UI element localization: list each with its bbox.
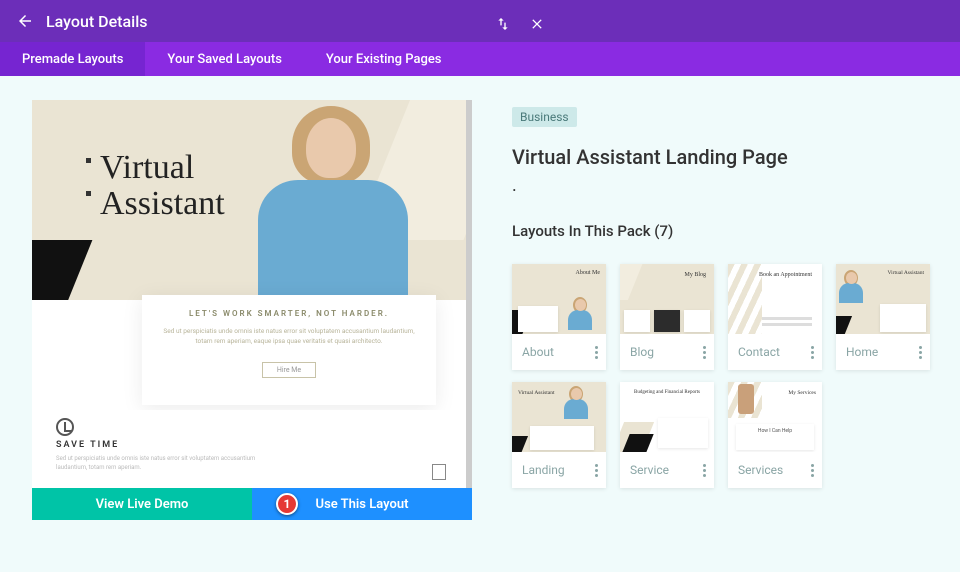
kebab-icon[interactable]: [811, 464, 814, 477]
pack-card-contact[interactable]: Book an Appointment Contact: [728, 264, 822, 370]
layout-details-column: Business Virtual Assistant Landing Page …: [512, 100, 932, 572]
preview-hero-line2: Assistant: [100, 186, 225, 222]
preview-tagline: LET'S WORK SMARTER, NOT HARDER.: [162, 309, 416, 318]
separator-dot: .: [512, 175, 932, 196]
layout-preview-column: Virtual Assistant LET'S WORK SMARTER, NO…: [32, 100, 472, 572]
pack-card-blog[interactable]: My Blog Blog: [620, 264, 714, 370]
pack-card-home[interactable]: Virtual Assistant Home: [836, 264, 930, 370]
tab-premade[interactable]: Premade Layouts: [0, 42, 145, 76]
annotation-marker-1: 1: [276, 493, 298, 515]
pack-card-label: About: [522, 345, 554, 359]
header-title: Layout Details: [46, 12, 495, 31]
pack-card-label: Services: [738, 463, 783, 477]
pack-card-landing[interactable]: Virtual Assistant Landing: [512, 382, 606, 488]
category-badge[interactable]: Business: [512, 107, 577, 127]
pack-card-label: Landing: [522, 463, 565, 477]
back-icon[interactable]: [16, 12, 34, 30]
kebab-icon[interactable]: [595, 346, 598, 359]
tab-saved[interactable]: Your Saved Layouts: [145, 42, 303, 76]
kebab-icon[interactable]: [919, 346, 922, 359]
header-bar: Layout Details: [0, 0, 960, 42]
kebab-icon[interactable]: [595, 464, 598, 477]
preview-hero-line1: Virtual: [100, 150, 225, 186]
view-live-demo-button[interactable]: View Live Demo: [32, 488, 252, 520]
document-icon: [432, 464, 446, 480]
pack-card-label: Home: [846, 345, 878, 359]
pack-card-service[interactable]: Budgeting and Financial Reports Service: [620, 382, 714, 488]
pack-grid: About Me About My Blog Blog: [512, 264, 932, 488]
use-this-layout-button[interactable]: 1 Use This Layout: [252, 488, 472, 520]
kebab-icon[interactable]: [703, 346, 706, 359]
pack-card-label: Blog: [630, 345, 654, 359]
tab-existing[interactable]: Your Existing Pages: [304, 42, 464, 76]
preview-lorem: Sed ut perspiciatis unde omnis iste natu…: [162, 326, 416, 347]
pack-card-label: Service: [630, 463, 669, 477]
kebab-icon[interactable]: [811, 346, 814, 359]
pack-card-services[interactable]: My Services How I Can Help Services: [728, 382, 822, 488]
kebab-icon[interactable]: [703, 464, 706, 477]
pack-heading: Layouts In This Pack (7): [512, 222, 932, 240]
preview-cta: Hire Me: [262, 362, 316, 378]
page-title: Virtual Assistant Landing Page: [512, 145, 932, 169]
preview-person-image: [248, 102, 418, 300]
clock-icon: [56, 418, 74, 436]
preview-feature-text: Sed ut perspiciatis unde omnis iste natu…: [56, 454, 256, 472]
sort-icon[interactable]: [495, 16, 511, 32]
preview-feature-title: SAVE TIME: [56, 440, 442, 450]
pack-card-label: Contact: [738, 345, 780, 359]
layout-preview: Virtual Assistant LET'S WORK SMARTER, NO…: [32, 100, 472, 488]
use-layout-label: Use This Layout: [316, 497, 409, 512]
tabs-bar: Premade Layouts Your Saved Layouts Your …: [0, 42, 960, 76]
pack-card-about[interactable]: About Me About: [512, 264, 606, 370]
close-icon[interactable]: [529, 16, 545, 32]
